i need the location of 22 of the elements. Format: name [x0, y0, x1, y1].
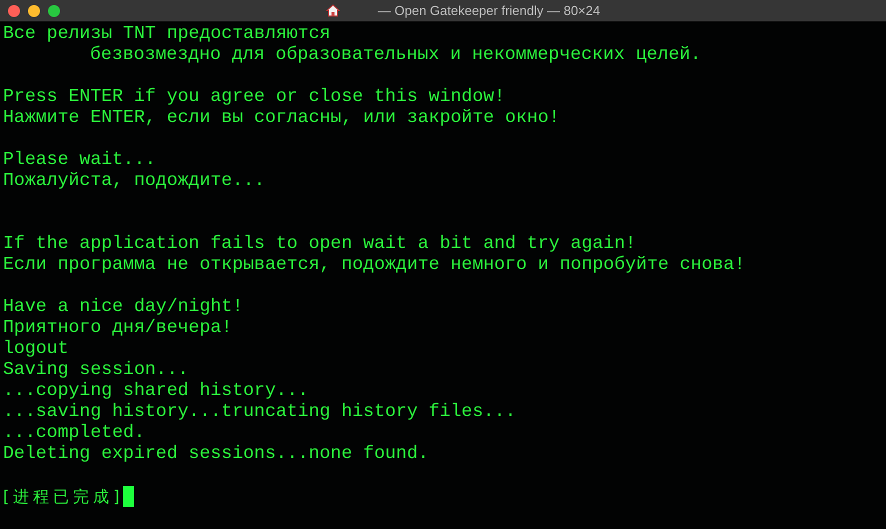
output-line: Приятного дня/вечера!	[3, 318, 232, 339]
output-line: Нажмите ENTER, если вы согласны, или закройте окно!	[3, 108, 560, 129]
window-title: — Open Gatekeeper friendly — 80×24	[378, 3, 600, 18]
zoom-button[interactable]	[48, 5, 60, 17]
output-line: Пожалуйста, подождите...	[3, 171, 265, 192]
minimize-button[interactable]	[28, 5, 40, 17]
output-line: Saving session...	[3, 360, 189, 381]
output-line: Press ENTER if you agree or close this window!	[3, 87, 506, 108]
output-line: Все релизы TNT предоставляются	[3, 24, 330, 45]
output-line: Please wait...	[3, 150, 156, 171]
output-line: безвозмездно для образовательных и некоммерческих целей.	[90, 45, 702, 66]
house-icon	[326, 4, 340, 17]
output-line: ...completed.	[3, 423, 145, 444]
output-line: Have a nice day/night!	[3, 297, 244, 318]
close-button[interactable]	[8, 5, 20, 17]
output-line: logout	[3, 339, 68, 360]
output-line: If the application fails to open wait a bit and try again!	[3, 234, 636, 255]
output-line: Если программа не открывается, подождите немного и попробуйте снова!	[3, 255, 746, 276]
output-line: ...saving history...truncating history files...	[3, 402, 516, 423]
process-completed-text: [进程已完成]	[3, 486, 124, 507]
output-line: Deleting expired sessions...none found.	[3, 444, 429, 465]
output-line: ...copying shared history...	[3, 381, 309, 402]
